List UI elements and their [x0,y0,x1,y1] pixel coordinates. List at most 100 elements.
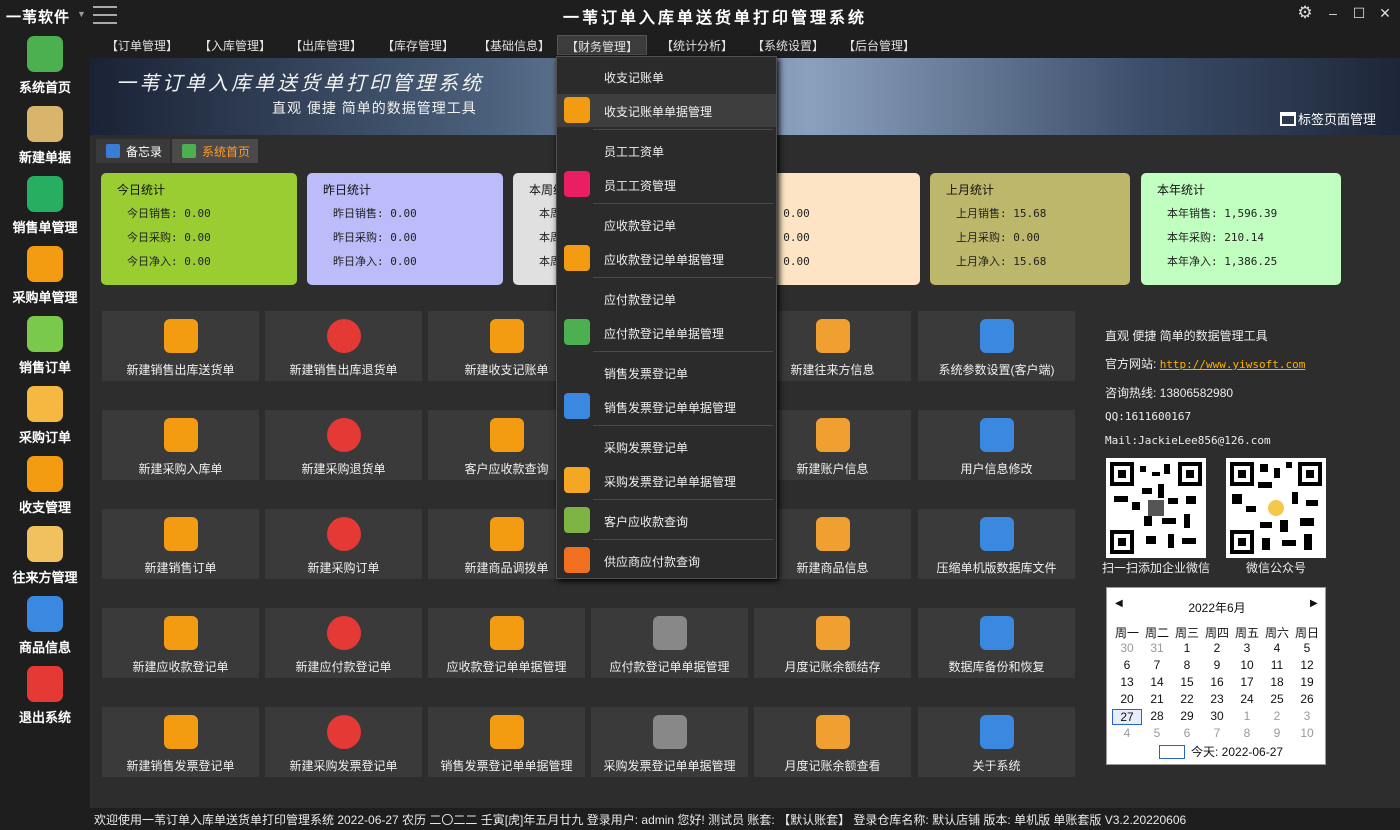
calendar-day[interactable]: 29 [1172,709,1202,723]
calendar-day[interactable]: 2 [1202,641,1232,655]
dropdown-item-4[interactable]: 员工工资管理 [557,168,776,201]
next-month-icon[interactable]: ▶ [1310,598,1318,609]
calendar-day[interactable]: 14 [1142,675,1172,689]
dropdown-item-12[interactable]: 采购发票登记单单据管理 [557,464,776,497]
calendar-day[interactable]: 18 [1262,675,1292,689]
website-link[interactable]: http://www.yiwsoft.com [1160,358,1306,371]
calendar-day[interactable]: 8 [1232,726,1262,740]
tile-2-0[interactable]: 新建销售订单 [102,509,259,579]
calendar-day[interactable]: 4 [1112,726,1142,740]
calendar-day[interactable]: 4 [1262,641,1292,655]
gear-icon[interactable]: ⚙ [1295,3,1315,23]
menu-item-3[interactable]: 【出库管理】 [282,35,370,55]
tile-0-5[interactable]: 系统参数设置(客户端) [918,311,1075,381]
tile-4-3[interactable]: 采购发票登记单单据管理 [591,707,748,777]
calendar-day[interactable]: 7 [1142,658,1172,672]
tile-3-1[interactable]: 新建应付款登记单 [265,608,422,678]
tab-memo[interactable]: 备忘录 [96,139,171,163]
tab-manager-button[interactable]: 标签页面管理 [1280,109,1376,128]
calendar-day[interactable]: 23 [1202,692,1232,706]
calendar-day[interactable]: 25 [1262,692,1292,706]
tile-0-4[interactable]: 新建往来方信息 [754,311,911,381]
menu-item-7[interactable]: 【统计分析】 [653,35,741,55]
dropdown-item-10[interactable]: 销售发票登记单单据管理 [557,390,776,423]
menu-item-1[interactable]: 【订单管理】 [98,35,186,55]
sidebar-item-9[interactable]: 商品信息 [0,590,90,658]
tile-3-5[interactable]: 数据库备份和恢复 [918,608,1075,678]
sidebar-item-2[interactable]: 新建单据 [0,100,90,168]
tile-1-1[interactable]: 新建采购退货单 [265,410,422,480]
tile-2-5[interactable]: 压缩单机版数据库文件 [918,509,1075,579]
calendar-day[interactable]: 17 [1232,675,1262,689]
calendar-day[interactable]: 15 [1172,675,1202,689]
calendar-today[interactable]: 今天: 2022-06-27 [1191,743,1283,760]
tile-1-0[interactable]: 新建采购入库单 [102,410,259,480]
calendar-day[interactable]: 6 [1172,726,1202,740]
menu-item-5[interactable]: 【基础信息】 [470,35,558,55]
calendar-day[interactable]: 7 [1202,726,1232,740]
calendar-day[interactable]: 30 [1112,641,1142,655]
menu-item-8[interactable]: 【系统设置】 [744,35,832,55]
dropdown-item-14[interactable]: 供应商应付款查询 [557,544,776,577]
calendar-day[interactable]: 6 [1112,658,1142,672]
calendar-day[interactable]: 9 [1262,726,1292,740]
tile-4-5[interactable]: 关于系统 [918,707,1075,777]
calendar-day[interactable]: 12 [1292,658,1322,672]
tile-3-3[interactable]: 应付款登记单单据管理 [591,608,748,678]
calendar-day[interactable]: 1 [1232,709,1262,723]
tile-0-1[interactable]: 新建销售出库退货单 [265,311,422,381]
tile-4-0[interactable]: 新建销售发票登记单 [102,707,259,777]
tile-3-0[interactable]: 新建应收款登记单 [102,608,259,678]
tile-3-2[interactable]: 应收款登记单单据管理 [428,608,585,678]
calendar-day[interactable]: 20 [1112,692,1142,706]
calendar-day[interactable]: 9 [1202,658,1232,672]
dropdown-item-13[interactable]: 客户应收款查询 [557,504,776,537]
calendar-day[interactable]: 30 [1202,709,1232,723]
dropdown-item-1[interactable]: 收支记账单 [557,60,776,93]
tab-home[interactable]: 系统首页 [172,139,259,163]
calendar-day[interactable]: 8 [1172,658,1202,672]
tile-0-0[interactable]: 新建销售出库送货单 [102,311,259,381]
close-icon[interactable]: ✕ [1375,5,1395,25]
calendar-day[interactable]: 11 [1262,658,1292,672]
calendar-day[interactable]: 21 [1142,692,1172,706]
calendar-day[interactable]: 13 [1112,675,1142,689]
sidebar-item-10[interactable]: 退出系统 [0,660,90,728]
sidebar-item-3[interactable]: 销售单管理 [0,170,90,238]
menu-item-2[interactable]: 【入库管理】 [191,35,279,55]
sidebar-item-8[interactable]: 往来方管理 [0,520,90,588]
dropdown-item-6[interactable]: 应收款登记单单据管理 [557,242,776,275]
calendar-day[interactable]: 5 [1292,641,1322,655]
dropdown-item-2[interactable]: 收支记账单单据管理 [557,94,776,127]
tile-2-4[interactable]: 新建商品信息 [754,509,911,579]
minimize-icon[interactable]: – [1323,5,1343,25]
calendar-day[interactable]: 16 [1202,675,1232,689]
calendar-day[interactable]: 10 [1292,726,1322,740]
menu-item-4[interactable]: 【库存管理】 [374,35,462,55]
tile-1-5[interactable]: 用户信息修改 [918,410,1075,480]
calendar-day[interactable]: 3 [1292,709,1322,723]
menu-item-6[interactable]: 【财务管理】 [557,35,648,55]
tile-1-4[interactable]: 新建账户信息 [754,410,911,480]
calendar-day[interactable]: 3 [1232,641,1262,655]
calendar-day[interactable]: 24 [1232,692,1262,706]
sidebar-item-1[interactable]: 系统首页 [0,30,90,98]
sidebar-item-7[interactable]: 收支管理 [0,450,90,518]
maximize-icon[interactable]: ☐ [1349,5,1369,25]
menu-item-9[interactable]: 【后台管理】 [835,35,923,55]
sidebar-item-4[interactable]: 采购单管理 [0,240,90,308]
dropdown-item-3[interactable]: 员工工资单 [557,134,776,167]
calendar-day[interactable]: 31 [1142,641,1172,655]
dropdown-item-9[interactable]: 销售发票登记单 [557,356,776,389]
tile-2-1[interactable]: 新建采购订单 [265,509,422,579]
dropdown-item-11[interactable]: 采购发票登记单 [557,430,776,463]
calendar-day[interactable]: 1 [1172,641,1202,655]
tile-4-2[interactable]: 销售发票登记单单据管理 [428,707,585,777]
calendar-day[interactable]: 26 [1292,692,1322,706]
calendar-day[interactable]: 27 [1112,709,1142,725]
calendar-day[interactable]: 28 [1142,709,1172,723]
sidebar-item-5[interactable]: 销售订单 [0,310,90,378]
tile-3-4[interactable]: 月度记账余额结存 [754,608,911,678]
dropdown-item-5[interactable]: 应收款登记单 [557,208,776,241]
dropdown-item-8[interactable]: 应付款登记单单据管理 [557,316,776,349]
